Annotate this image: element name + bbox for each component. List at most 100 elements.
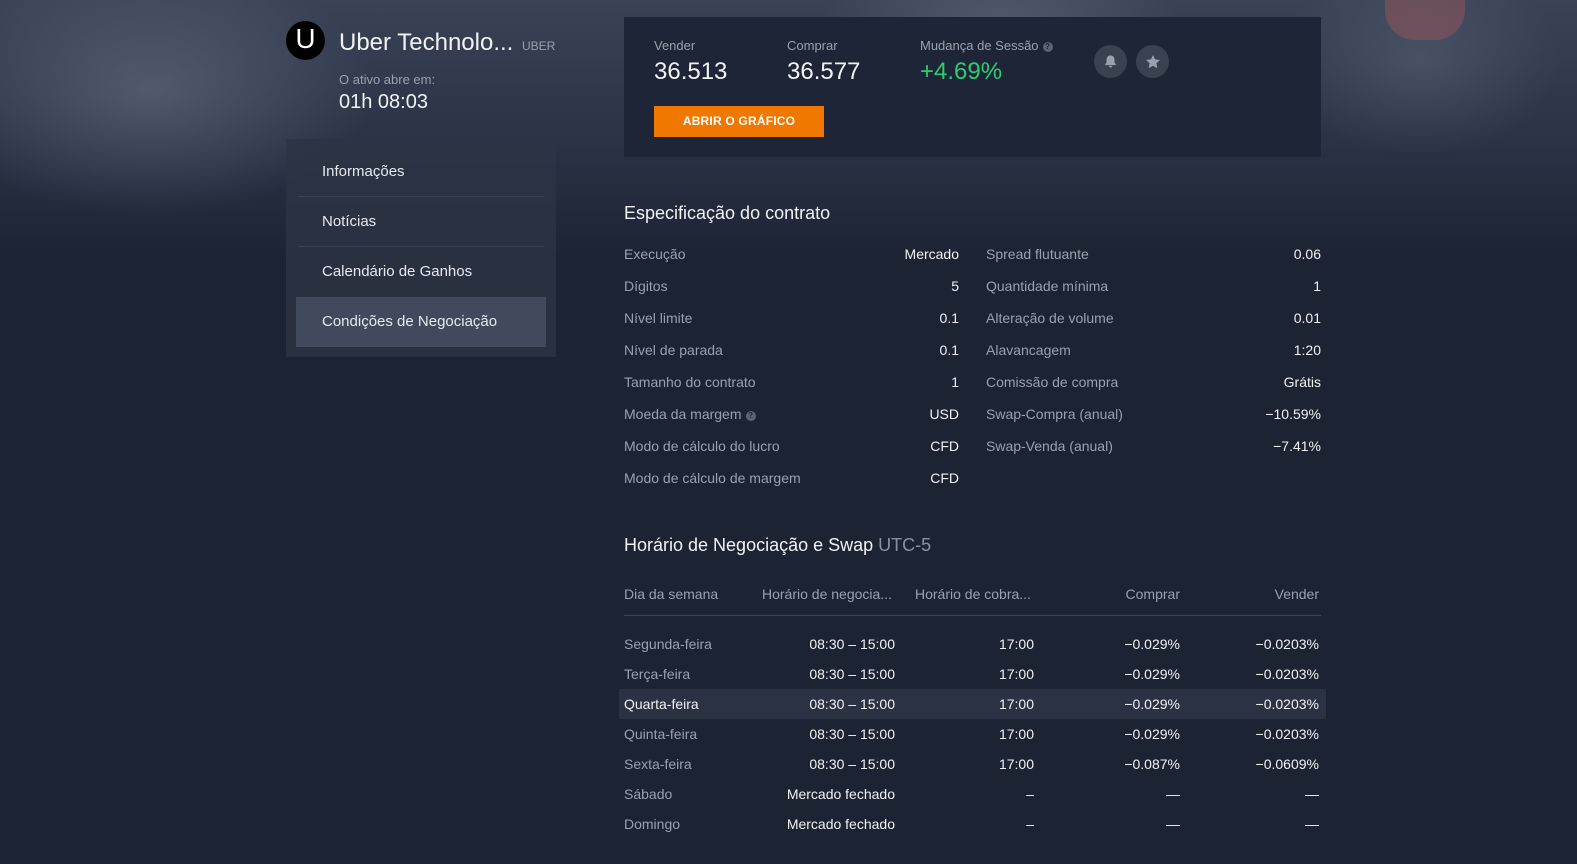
spec-row: Spread flutuante 0.06 — [986, 246, 1321, 266]
help-icon[interactable]: ? — [1042, 42, 1053, 52]
sidebar-item-calendario[interactable]: Calendário de Ganhos — [298, 247, 544, 297]
asset-name: Uber Technolo... — [339, 29, 514, 56]
alert-button[interactable] — [1094, 45, 1127, 78]
sidebar-menu: Informações Notícias Calendário de Ganho… — [286, 139, 556, 357]
spec-value: 0.01 — [1293, 310, 1321, 326]
spec-value: 0.1 — [939, 310, 959, 326]
spec-row: Moeda da margem? USD — [624, 406, 959, 426]
spec-key: Execução — [624, 246, 686, 262]
spec-key: Nível de parada — [624, 342, 723, 358]
star-icon — [1145, 54, 1160, 68]
spec-value: CFD — [930, 470, 959, 486]
spec-key-with-help: Moeda da margem? — [624, 406, 756, 426]
column-header-day[interactable]: Dia da semana — [624, 586, 718, 602]
column-header-charge-time[interactable]: Horário de cobra... — [915, 586, 1031, 602]
hours-cell: Mercado fechado — [786, 786, 895, 802]
spec-value: 1 — [1313, 278, 1321, 294]
buy-cell: −0.029% — [1124, 696, 1180, 712]
table-row: Segunda-feira 08:30 – 15:00 17:00 −0.029… — [619, 629, 1326, 659]
spec-row: Execução Mercado — [624, 246, 959, 266]
spec-key: Dígitos — [624, 278, 668, 294]
spec-key: Comissão de compra — [986, 374, 1119, 390]
bell-icon — [1105, 55, 1116, 68]
sell-cell: −0.0203% — [1255, 726, 1319, 742]
day-cell: Quarta-feira — [624, 696, 699, 712]
column-header-buy[interactable]: Comprar — [1126, 586, 1180, 602]
charge-cell: 17:00 — [998, 696, 1034, 712]
buy-cell: −0.029% — [1124, 636, 1180, 652]
spec-key: Quantidade mínima — [986, 278, 1109, 294]
sell-price: 36.513 — [654, 58, 728, 85]
charge-cell: 17:00 — [998, 666, 1034, 682]
charge-cell: 17:00 — [998, 726, 1034, 742]
sidebar-item-informacoes[interactable]: Informações — [298, 147, 544, 197]
sidebar-item-noticias[interactable]: Notícias — [298, 197, 544, 247]
spec-row: Modo de cálculo de margem CFD — [624, 470, 959, 490]
opens-label: O ativo abre em: — [339, 72, 436, 87]
buy-cell: −0.029% — [1124, 666, 1180, 682]
charge-cell: – — [1026, 786, 1034, 802]
column-header-sell[interactable]: Vender — [1275, 586, 1319, 602]
spec-value: −10.59% — [1265, 406, 1321, 422]
sell-cell: −0.0203% — [1255, 636, 1319, 652]
timezone-label: UTC-5 — [878, 535, 932, 555]
contract-spec-title: Especificação do contrato — [624, 203, 831, 223]
background-decoration — [1385, 0, 1465, 40]
asset-logo: U — [286, 21, 325, 60]
spec-row: Modo de cálculo do lucro CFD — [624, 438, 959, 458]
spec-key: Alavancagem — [986, 342, 1071, 358]
table-row: Sábado Mercado fechado – — — — [619, 779, 1326, 809]
spec-key: Modo de cálculo de margem — [624, 470, 801, 486]
spec-value: 5 — [951, 278, 959, 294]
day-cell: Terça-feira — [624, 666, 691, 682]
buy-cell: −0.087% — [1124, 756, 1180, 772]
quote-panel: Vender 36.513 Comprar 36.577 Mudança de … — [624, 17, 1321, 157]
schedule-title: Horário de Negociação e Swap UTC-5 — [624, 535, 931, 556]
table-row: Terça-feira 08:30 – 15:00 17:00 −0.029% … — [619, 659, 1326, 689]
hours-cell: 08:30 – 15:00 — [809, 666, 895, 682]
spec-row: Dígitos 5 — [624, 278, 959, 298]
table-row: Quinta-feira 08:30 – 15:00 17:00 −0.029%… — [619, 719, 1326, 749]
buy-label: Comprar — [787, 38, 838, 53]
column-header-trading-hours[interactable]: Horário de negocia... — [762, 586, 892, 602]
day-cell: Sexta-feira — [624, 756, 692, 772]
spec-key: Spread flutuante — [986, 246, 1089, 262]
spec-key: Modo de cálculo do lucro — [624, 438, 780, 454]
help-icon[interactable]: ? — [745, 411, 756, 421]
spec-value: 1 — [951, 374, 959, 390]
spec-row: Alavancagem 1:20 — [986, 342, 1321, 362]
spec-key: Alteração de volume — [986, 310, 1114, 326]
spec-value: 0.1 — [939, 342, 959, 358]
sell-cell: −0.0203% — [1255, 666, 1319, 682]
session-change: +4.69% — [920, 58, 1003, 85]
buy-cell: −0.029% — [1124, 726, 1180, 742]
day-cell: Sábado — [624, 786, 673, 802]
table-row-current-day: Quarta-feira 08:30 – 15:00 17:00 −0.029%… — [619, 689, 1326, 719]
hours-cell: 08:30 – 15:00 — [809, 756, 895, 772]
buy-price: 36.577 — [787, 58, 861, 85]
spec-row: Alteração de volume 0.01 — [986, 310, 1321, 330]
sell-cell: −0.0609% — [1255, 756, 1319, 772]
sidebar-item-condicoes[interactable]: Condições de Negociação — [296, 297, 546, 347]
spec-row: Comissão de compra Grátis — [986, 374, 1321, 394]
charge-cell: 17:00 — [998, 756, 1034, 772]
spec-value: 0.06 — [1293, 246, 1321, 262]
spec-key: Tamanho do contrato — [624, 374, 756, 390]
spec-row: Nível limite 0.1 — [624, 310, 959, 330]
spec-value: −7.41% — [1273, 438, 1321, 454]
spec-row: Nível de parada 0.1 — [624, 342, 959, 362]
favorite-button[interactable] — [1136, 45, 1169, 78]
opens-countdown: 01h 08:03 — [339, 91, 428, 113]
buy-cell: — — [1166, 786, 1180, 802]
schedule-header: Dia da semana Horário de negocia... Horá… — [624, 586, 1321, 616]
hours-cell: Mercado fechado — [786, 816, 895, 832]
charge-cell: 17:00 — [998, 636, 1034, 652]
hours-cell: 08:30 – 15:00 — [809, 726, 895, 742]
spec-value: Grátis — [1283, 374, 1321, 390]
open-chart-button[interactable]: ABRIR O GRÁFICO — [654, 106, 824, 137]
sell-cell: — — [1305, 786, 1319, 802]
change-label-text: Mudança de Sessão — [920, 38, 1039, 53]
schedule-title-text: Horário de Negociação e Swap — [624, 535, 874, 555]
table-row: Domingo Mercado fechado – — — — [619, 809, 1326, 839]
spec-row: Quantidade mínima 1 — [986, 278, 1321, 298]
